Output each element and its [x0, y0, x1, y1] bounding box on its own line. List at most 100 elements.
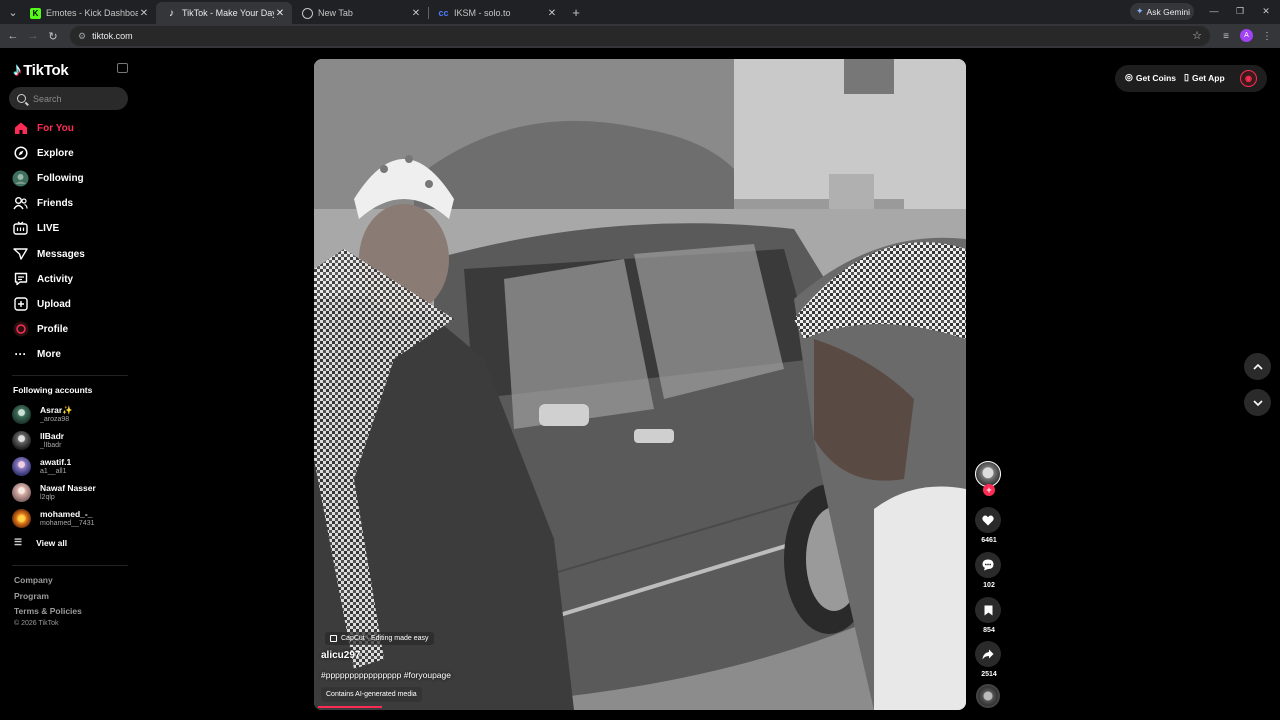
list-icon: ☰ [14, 537, 23, 547]
collapse-sidebar-icon[interactable] [117, 63, 128, 73]
account-item[interactable]: lIBadr _lIbadr [12, 428, 64, 452]
get-coins-label: Get Coins [1135, 72, 1177, 83]
sidebar-divider [12, 375, 128, 376]
account-item[interactable]: Asrar✨ _aroza98 [12, 402, 73, 426]
capcut-label[interactable]: CapCut · Editing made easy [325, 632, 434, 645]
restore-icon[interactable]: ❐ [1230, 4, 1250, 18]
account-avatar [12, 430, 31, 450]
video-caption[interactable]: #pppppppppppppppp #foryoupage [321, 670, 451, 680]
tab-kick[interactable]: K Emotes - Kick Dashboard ✕ [20, 2, 156, 24]
previous-video-button[interactable] [1244, 353, 1271, 380]
solo-icon: cc [438, 8, 449, 18]
browser-chrome: ⌄ K Emotes - Kick Dashboard ✕ ♪ TikTok -… [0, 0, 1280, 48]
forward-icon[interactable]: → [25, 28, 41, 44]
nav-label: Following [37, 172, 84, 184]
like-button[interactable] [975, 507, 1001, 533]
account-avatar [12, 508, 31, 528]
get-coins-button[interactable]: ◎ Get Coins [1125, 72, 1176, 83]
tab-new-tab[interactable]: New Tab ✕ [292, 2, 428, 24]
music-disc-icon[interactable] [976, 684, 1000, 708]
account-name: Asrar✨ [40, 404, 73, 415]
video-author[interactable]: alicu297 [321, 650, 360, 661]
nav-label: Upload [37, 298, 71, 310]
tab-title: New Tab [318, 8, 353, 18]
nav-label: LIVE [37, 222, 60, 234]
ai-generated-badge: Contains AI-generated media [321, 687, 422, 702]
video-frame-image [314, 59, 966, 710]
share-button[interactable] [975, 641, 1001, 667]
capcut-icon [330, 635, 337, 642]
minimize-icon[interactable]: — [1204, 4, 1224, 18]
ask-gemini-button[interactable]: ✦ Ask Gemini [1130, 3, 1194, 20]
close-icon[interactable]: ✕ [274, 8, 286, 19]
upload-icon [12, 296, 29, 313]
follow-button[interactable]: + [983, 484, 995, 496]
chrome-icon [302, 7, 313, 19]
nav-more[interactable]: ··· More [12, 344, 61, 364]
nav-label: Messages [37, 248, 85, 260]
following-avatar-icon [12, 170, 29, 187]
comment-button[interactable] [975, 552, 1001, 578]
nav-upload[interactable]: Upload [12, 294, 71, 314]
gemini-icon: ✦ [1136, 6, 1144, 16]
nav-following[interactable]: Following [12, 168, 84, 188]
close-window-icon[interactable]: ✕ [1256, 4, 1276, 18]
footer-link-company[interactable]: Company [14, 575, 53, 585]
user-avatar[interactable]: ◉ [1240, 70, 1257, 87]
account-item[interactable]: mohamed_-_ mohamed__7431 [12, 506, 95, 530]
tiktok-note-icon: ♪ [13, 60, 22, 79]
close-icon[interactable]: ✕ [410, 8, 422, 19]
nav-friends[interactable]: Friends [12, 193, 73, 213]
account-item[interactable]: Nawaf Nasser l2qlp [12, 480, 96, 504]
activity-icon [12, 271, 29, 288]
nav-activity[interactable]: Activity [12, 269, 73, 289]
view-all-label: View all [36, 537, 68, 548]
account-name: lIBadr [40, 430, 65, 441]
close-icon[interactable]: ✕ [546, 8, 558, 19]
browser-profile-avatar[interactable]: A [1240, 29, 1253, 42]
video-progress-bar[interactable] [318, 706, 382, 708]
following-accounts-heading: Following accounts [13, 385, 93, 395]
new-tab-button[interactable]: + [568, 4, 584, 20]
nav-messages[interactable]: Messages [12, 244, 85, 264]
coin-icon: ◎ [1125, 72, 1133, 82]
nav-label: Explore [37, 147, 74, 159]
next-video-button[interactable] [1244, 389, 1271, 416]
bookmark-star-icon[interactable]: ☆ [1190, 28, 1204, 42]
nav-explore[interactable]: Explore [12, 143, 74, 163]
nav-live[interactable]: LIVE [12, 218, 59, 238]
tab-tiktok[interactable]: ♪ TikTok - Make Your Day ✕ [156, 2, 292, 24]
nav-profile[interactable]: Profile [12, 319, 68, 339]
site-info-icon[interactable]: ⚙ [78, 31, 86, 42]
nav-label: Activity [37, 273, 74, 285]
share-arrow-icon [982, 649, 994, 659]
comment-icon [982, 559, 994, 571]
back-icon[interactable]: ← [5, 28, 21, 44]
share-count: 2514 [981, 671, 997, 678]
nav-for-you[interactable]: For You [12, 118, 74, 138]
get-app-button[interactable]: ▯ Get App [1184, 72, 1225, 83]
footer-link-terms[interactable]: Terms & Policies [14, 606, 82, 616]
tab-search-list-icon[interactable]: ≡ [1218, 28, 1234, 44]
close-icon[interactable]: ✕ [138, 8, 150, 19]
address-bar[interactable]: ⚙ tiktok.com [70, 26, 1210, 46]
save-button[interactable] [975, 597, 1001, 623]
view-all-button[interactable]: ☰ View all [14, 537, 67, 548]
live-icon [12, 220, 29, 237]
account-item[interactable]: awatif.1 a1__all1 [12, 454, 71, 478]
browser-toolbar: ← → ↻ ⚙ tiktok.com ☆ ≡ ⋮ [0, 24, 1280, 48]
comment-count: 102 [983, 582, 995, 589]
footer-link-program[interactable]: Program [14, 591, 49, 601]
nav-label: For You [37, 122, 74, 134]
friends-icon [12, 195, 29, 212]
action-rail: + 6461 102 854 2514 [974, 460, 1004, 712]
tab-solo[interactable]: cc IKSM - solo.to ✕ [428, 2, 564, 24]
sidebar-divider [12, 565, 128, 566]
chevron-down-icon [1252, 399, 1263, 406]
tiktok-logo[interactable]: ♪ TikTok [13, 60, 69, 80]
search-input[interactable]: Search [9, 87, 128, 110]
reload-icon[interactable]: ↻ [45, 28, 61, 44]
search-icon [17, 94, 26, 103]
menu-dots-icon[interactable]: ⋮ [1259, 28, 1275, 44]
video-player[interactable]: CapCut · Editing made easy alicu297 #ppp… [314, 59, 966, 710]
